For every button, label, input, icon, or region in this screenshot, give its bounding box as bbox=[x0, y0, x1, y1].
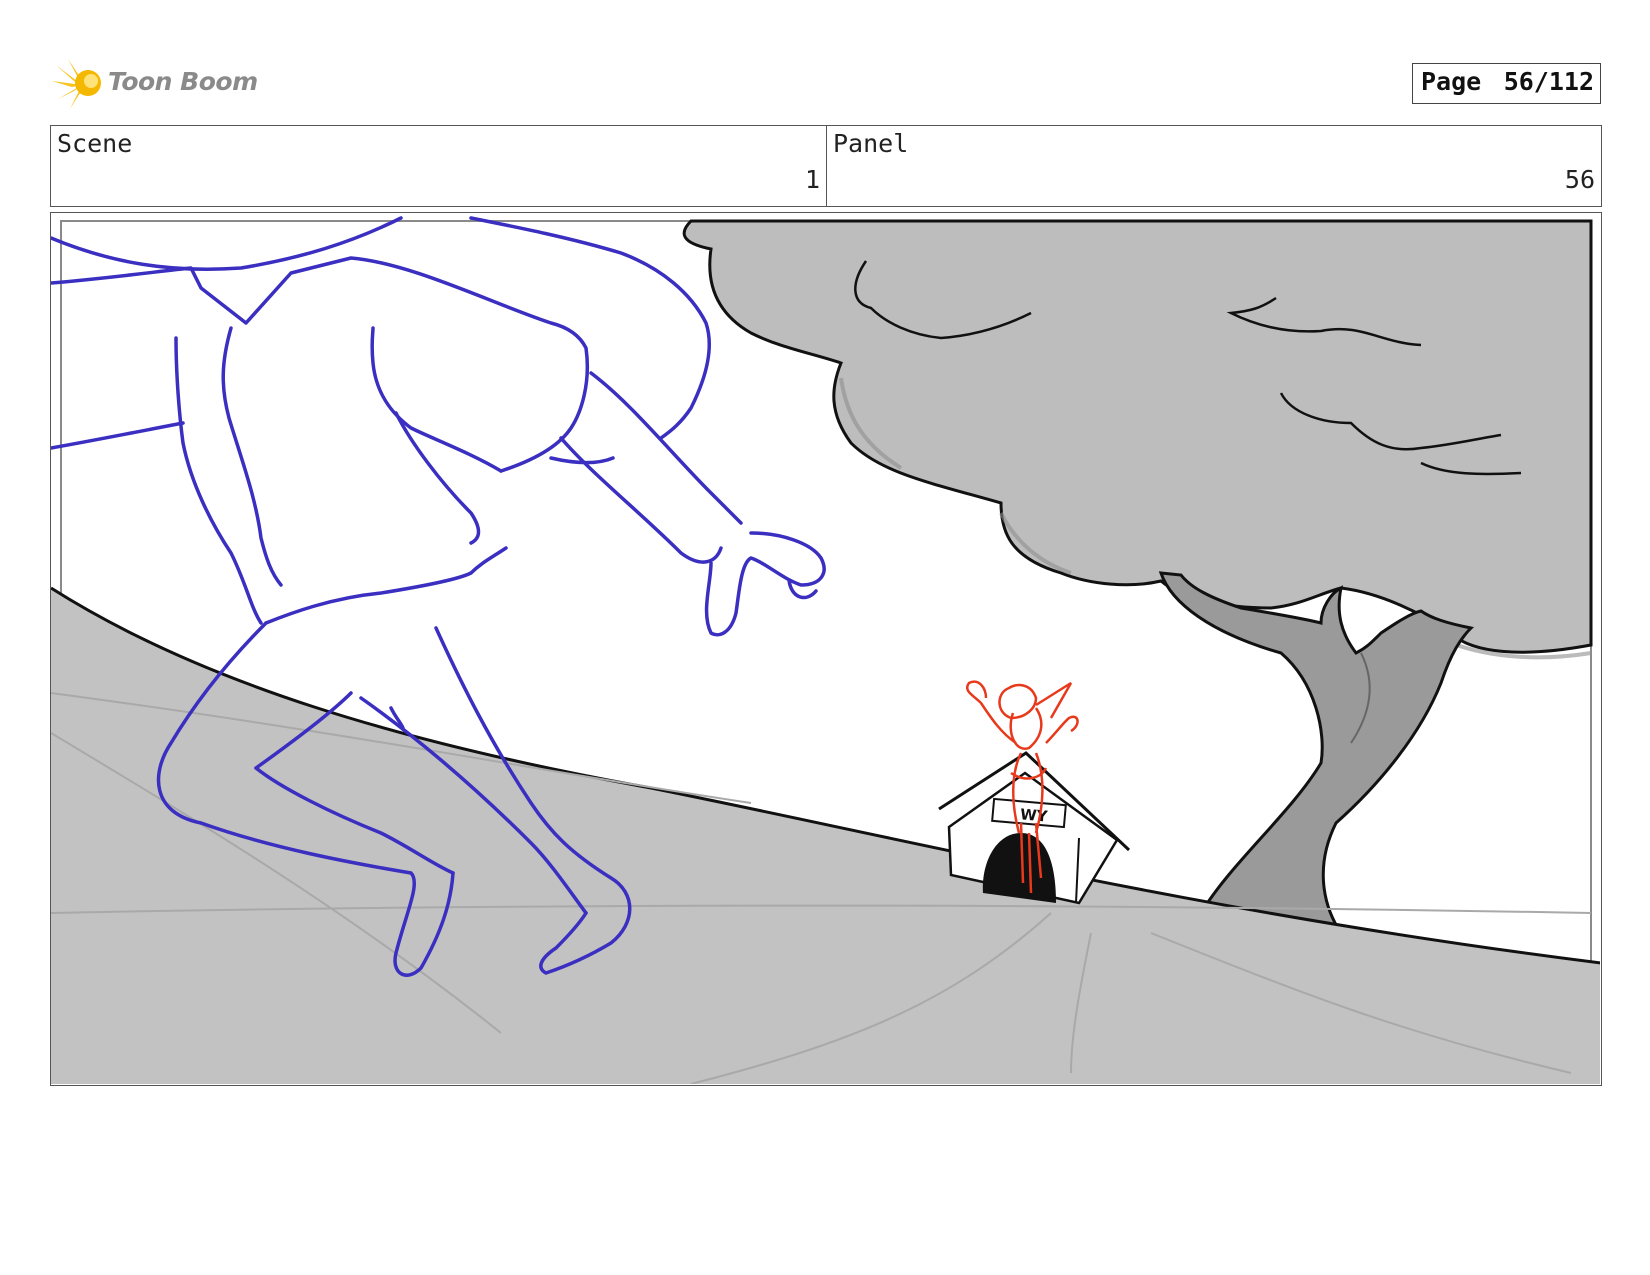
storyboard-panel-frame: WY bbox=[50, 212, 1602, 1086]
tree-trunk bbox=[1158, 571, 1475, 936]
doghouse-sign-text: WY bbox=[1019, 805, 1049, 825]
panel-value: 56 bbox=[1564, 165, 1595, 194]
storyboard-drawing: WY bbox=[51, 216, 1600, 1084]
page-label: Page bbox=[1421, 67, 1482, 96]
logo-text: Toon Boom bbox=[108, 67, 258, 96]
panel-cell: Panel 56 bbox=[827, 126, 1601, 206]
toon-boom-logo: Toon Boom bbox=[52, 55, 272, 115]
panel-label: Panel bbox=[833, 129, 909, 158]
starburst-icon bbox=[52, 59, 101, 109]
scene-label: Scene bbox=[57, 129, 133, 158]
page-indicator: Page 56/112 bbox=[1412, 63, 1601, 104]
scene-value: 1 bbox=[804, 165, 820, 194]
scene-panel-header: Scene 1 Panel 56 bbox=[50, 125, 1602, 207]
page-number: 56/112 bbox=[1503, 67, 1594, 96]
scene-cell: Scene 1 bbox=[51, 126, 827, 206]
tree-foliage bbox=[682, 219, 1593, 654]
